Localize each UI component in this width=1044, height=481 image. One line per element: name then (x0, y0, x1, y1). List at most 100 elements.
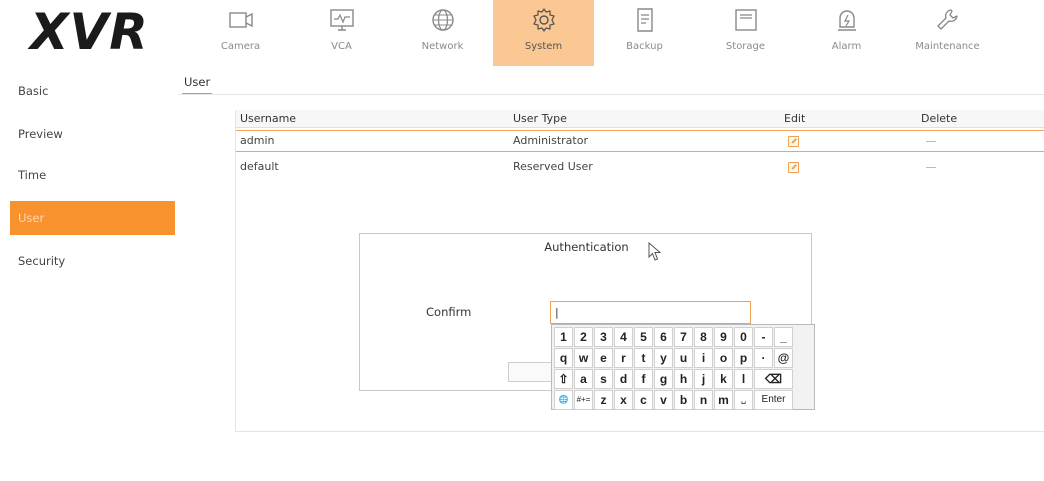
backspace-key-icon[interactable]: ⌫ (754, 369, 793, 389)
language-globe-icon[interactable]: 🌐 (554, 390, 573, 410)
enter-key[interactable]: Enter (754, 390, 793, 410)
keyboard-row-3: ⇧ a s d f g h j k l ⌫ (554, 369, 812, 389)
key-s[interactable]: s (594, 369, 613, 389)
sidebar-item-basic[interactable]: Basic (10, 74, 175, 108)
nav-vca-label: VCA (331, 41, 352, 52)
tab-user[interactable]: User (182, 75, 213, 95)
key-5[interactable]: 5 (634, 327, 653, 347)
key-2[interactable]: 2 (574, 327, 593, 347)
brand-logo: XVR (30, 3, 149, 61)
keyboard-row-4: 🌐 #+= z x c v b n m ␣ Enter (554, 390, 812, 410)
key-w[interactable]: w (574, 348, 593, 368)
key-minus[interactable]: - (754, 327, 773, 347)
confirm-password-input[interactable] (550, 301, 751, 324)
key-6[interactable]: 6 (654, 327, 673, 347)
camera-icon (228, 12, 253, 28)
space-key-icon[interactable]: ␣ (734, 390, 753, 410)
table-header: Username User Type Edit Delete (236, 110, 1044, 128)
key-z[interactable]: z (594, 390, 613, 410)
main-nav: Camera VCA Network System Backup Storage… (190, 0, 998, 66)
key-h[interactable]: h (674, 369, 693, 389)
keyboard-row-2: q w e r t y u i o p · @ (554, 348, 812, 368)
keyboard-row-1: 1 2 3 4 5 6 7 8 9 0 - _ (554, 327, 812, 347)
table-row[interactable]: admin Administrator (236, 130, 1044, 152)
nav-maintenance-label: Maintenance (915, 41, 980, 52)
key-n[interactable]: n (694, 390, 713, 410)
key-underscore[interactable]: _ (774, 327, 793, 347)
gear-icon (532, 8, 555, 32)
nav-vca[interactable]: VCA (291, 0, 392, 66)
sidebar-item-user[interactable]: User (10, 201, 175, 235)
key-b[interactable]: b (674, 390, 693, 410)
nav-storage[interactable]: Storage (695, 0, 796, 66)
sidebar: Basic Preview Time User Security (10, 70, 175, 470)
key-t[interactable]: t (634, 348, 653, 368)
delete-disabled-icon (926, 167, 936, 168)
key-d[interactable]: d (614, 369, 633, 389)
key-3[interactable]: 3 (594, 327, 613, 347)
wrench-icon (936, 9, 958, 30)
key-p[interactable]: p (734, 348, 753, 368)
sidebar-item-time[interactable]: Time (10, 158, 175, 192)
key-1[interactable]: 1 (554, 327, 573, 347)
key-m[interactable]: m (714, 390, 733, 410)
key-0[interactable]: 0 (734, 327, 753, 347)
key-g[interactable]: g (654, 369, 673, 389)
edit-icon[interactable] (788, 162, 799, 173)
dialog-title: Authentication (544, 240, 629, 254)
nav-system[interactable]: System (493, 0, 594, 66)
shift-key-icon[interactable]: ⇧ (554, 369, 573, 389)
col-user-type: User Type (513, 112, 567, 125)
vca-monitor-icon (329, 9, 354, 31)
onscreen-keyboard: 1 2 3 4 5 6 7 8 9 0 - _ q w e r t y u i … (551, 324, 815, 410)
table-row[interactable]: default Reserved User (236, 157, 1044, 179)
key-r[interactable]: r (614, 348, 633, 368)
key-y[interactable]: y (654, 348, 673, 368)
nav-alarm[interactable]: Alarm (796, 0, 897, 66)
col-username: Username (240, 112, 297, 125)
key-a[interactable]: a (574, 369, 593, 389)
key-at[interactable]: @ (774, 348, 793, 368)
storage-icon (734, 9, 757, 31)
key-o[interactable]: o (714, 348, 733, 368)
key-f[interactable]: f (634, 369, 653, 389)
nav-alarm-label: Alarm (831, 41, 862, 52)
nav-system-label: System (524, 41, 563, 52)
nav-backup-label: Backup (626, 41, 663, 52)
key-e[interactable]: e (594, 348, 613, 368)
nav-camera[interactable]: Camera (190, 0, 291, 66)
key-9[interactable]: 9 (714, 327, 733, 347)
nav-camera-label: Camera (220, 41, 261, 52)
nav-backup[interactable]: Backup (594, 0, 695, 66)
nav-network[interactable]: Network (392, 0, 493, 66)
document-icon (636, 8, 653, 32)
key-dot[interactable]: · (754, 348, 773, 368)
nav-network-label: Network (421, 41, 464, 52)
key-k[interactable]: k (714, 369, 733, 389)
sidebar-item-security[interactable]: Security (10, 244, 175, 278)
alarm-icon (837, 10, 856, 31)
delete-disabled-icon (926, 141, 936, 142)
key-u[interactable]: u (674, 348, 693, 368)
key-4[interactable]: 4 (614, 327, 633, 347)
key-7[interactable]: 7 (674, 327, 693, 347)
sidebar-item-preview[interactable]: Preview (10, 117, 175, 151)
row-user-type: Administrator (513, 134, 588, 147)
key-c[interactable]: c (634, 390, 653, 410)
key-j[interactable]: j (694, 369, 713, 389)
edit-icon[interactable] (788, 136, 799, 147)
nav-maintenance[interactable]: Maintenance (897, 0, 998, 66)
key-i[interactable]: i (694, 348, 713, 368)
tab-divider (178, 94, 1044, 95)
key-x[interactable]: x (614, 390, 633, 410)
col-edit: Edit (784, 112, 806, 125)
key-q[interactable]: q (554, 348, 573, 368)
key-symbols[interactable]: #+= (574, 390, 593, 410)
key-l[interactable]: l (734, 369, 753, 389)
key-v[interactable]: v (654, 390, 673, 410)
row-user-type: Reserved User (513, 160, 593, 173)
top-bar: XVR Camera VCA Network System Backup Sto… (0, 0, 1044, 66)
mouse-pointer-icon (648, 242, 662, 261)
row-username: admin (240, 134, 275, 147)
key-8[interactable]: 8 (694, 327, 713, 347)
